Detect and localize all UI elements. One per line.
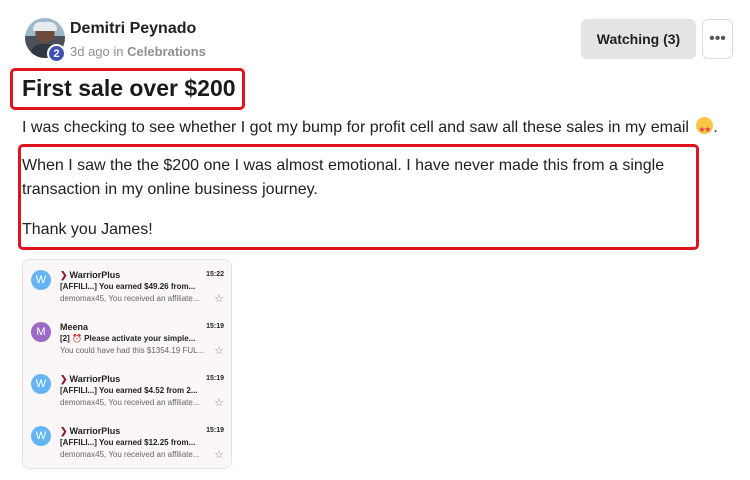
post-paragraph-1: I was checking to see whether I got my b… [22,116,718,142]
email-preview: You could have had this $1354.19 FUL... [60,346,205,355]
email-time: 15:19 [206,375,224,382]
email-item: M Meena 15:19 [2] ⏰ Please activate your… [23,320,231,368]
email-subject: [AFFILI...] You earned $49.26 from... [60,282,196,291]
in-label: in [113,44,124,59]
post-title: First sale over $200 [22,75,236,101]
star-outline-icon: ☆ [214,345,224,357]
email-time: 15:19 [206,427,224,434]
email-preview: demomax45, You received an affiliate... [60,398,200,407]
email-item: W ❯ WarriorPlus 15:19 [AFFILI...] You ear… [23,424,231,468]
post-time: 3d ago [70,44,110,59]
warriorplus-logo-icon: ❯ [60,270,68,280]
email-preview: demomax45, You received an affiliate... [60,450,200,459]
warriorplus-logo-icon: ❯ [60,426,68,436]
paragraph-1-text: I was checking to see whether I got my b… [22,119,689,136]
email-time: 15:22 [206,271,224,278]
email-preview: demomax45, You received an affiliate... [60,294,200,303]
email-sender: ❯ WarriorPlus [60,374,120,385]
email-sender-name: WarriorPlus [69,426,121,436]
star-struck-emoji-icon [696,117,714,142]
category-link[interactable]: Celebrations [127,44,206,59]
email-avatar: W [31,270,51,290]
paragraph-1-suffix: . [713,119,718,136]
email-sender: Meena [60,322,88,332]
email-avatar: M [31,322,51,342]
email-item: W ❯ WarriorPlus 15:19 [AFFILI...] You ear… [23,372,231,420]
email-sender-name: Meena [60,322,89,332]
email-item: W ❯ WarriorPlus 15:22 [AFFILI...] You ear… [23,268,231,316]
post-paragraph-3: transaction in my online business journe… [22,181,318,198]
star-outline-icon: ☆ [214,293,224,305]
avatar-cap [33,22,57,31]
email-subject: [AFFILI...] You earned $12.25 from... [60,438,196,447]
email-avatar: W [31,426,51,446]
star-outline-icon: ☆ [214,449,224,461]
warriorplus-logo-icon: ❯ [60,374,68,384]
watching-button[interactable]: Watching (3) [581,19,696,59]
email-sender-name: WarriorPlus [69,374,121,384]
email-sender: ❯ WarriorPlus [60,270,120,281]
email-sender-name: WarriorPlus [69,270,121,280]
post-paragraph-2: When I saw the the $200 one I was almost… [22,157,665,174]
post-paragraph-4: Thank you James! [22,221,153,238]
post-meta: 3d ago in Celebrations [70,44,206,59]
email-subject: [AFFILI...] You earned $4.52 from 2... [60,386,198,395]
level-badge: 2 [47,44,66,63]
email-avatar: W [31,374,51,394]
email-sender: ❯ WarriorPlus [60,426,120,437]
email-subject: [2] ⏰ Please activate your simple... [60,334,196,343]
more-horizontal-icon: ••• [709,30,726,47]
more-options-button[interactable]: ••• [702,19,733,59]
star-outline-icon: ☆ [214,397,224,409]
email-time: 15:19 [206,323,224,330]
author-name[interactable]: Demitri Peynado [70,20,196,38]
email-screenshot-image[interactable]: W ❯ WarriorPlus 15:22 [AFFILI...] You ear… [22,259,232,469]
